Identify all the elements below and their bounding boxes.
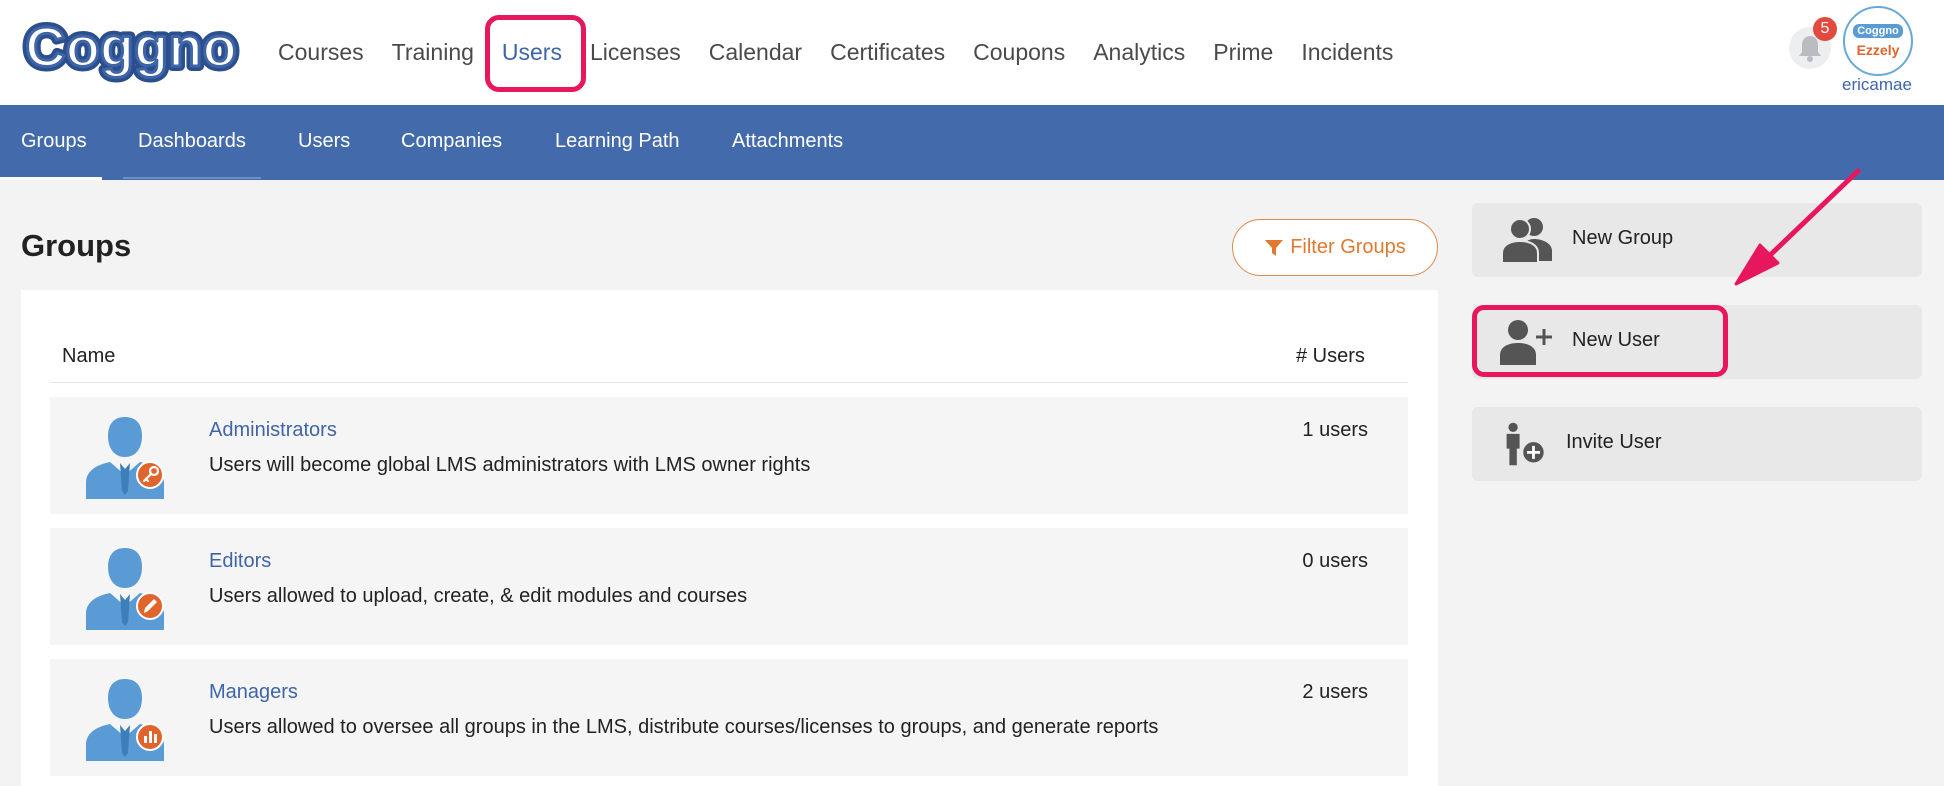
main-nav: Courses Training Users Licenses Calendar…	[264, 0, 1407, 105]
nav-analytics[interactable]: Analytics	[1079, 0, 1199, 105]
user-group-icon	[86, 679, 164, 761]
invite-user-label: Invite User	[1566, 431, 1662, 453]
subnav-dashboards[interactable]: Dashboards	[138, 105, 246, 178]
table-row: Managers Users allowed to oversee all gr…	[50, 659, 1408, 776]
subnav-learning-path[interactable]: Learning Path	[555, 105, 680, 178]
group-description: Users allowed to oversee all groups in t…	[209, 716, 1159, 738]
subnav-companies[interactable]: Companies	[401, 105, 502, 178]
page-title: Groups	[21, 228, 132, 263]
subnav-attachments[interactable]: Attachments	[732, 105, 843, 178]
new-user-highlight-box	[1472, 305, 1728, 377]
group-description: Users will become global LMS administrat…	[209, 454, 811, 476]
table-row: Administrators Users will become global …	[50, 397, 1408, 514]
avatar-brand-line: Coggno	[1853, 24, 1903, 38]
hover-tab-underline	[123, 177, 261, 179]
user-group-icon	[86, 548, 164, 630]
new-group-button[interactable]: New Group	[1472, 203, 1922, 277]
users-group-icon	[1501, 218, 1552, 263]
filter-groups-label: Filter Groups	[1290, 236, 1406, 258]
group-user-count: 0 users	[1302, 550, 1368, 572]
active-tab-underline	[0, 177, 102, 180]
column-header-name: Name	[62, 345, 116, 367]
username-label[interactable]: ericamae	[1842, 75, 1912, 95]
nav-training[interactable]: Training	[378, 0, 488, 105]
table-row: Editors Users allowed to upload, create,…	[50, 528, 1408, 645]
filter-groups-button[interactable]: Filter Groups	[1232, 219, 1438, 276]
nav-incidents[interactable]: Incidents	[1287, 0, 1407, 105]
group-link-managers[interactable]: Managers	[209, 681, 298, 704]
users-highlight-box	[485, 15, 586, 92]
top-bar: Coggno Coggno Courses Training Users Lic…	[0, 0, 1944, 105]
invite-user-icon	[1506, 422, 1546, 466]
nav-courses[interactable]: Courses	[264, 0, 378, 105]
new-group-label: New Group	[1572, 227, 1674, 249]
sub-nav: Groups Dashboards Users Companies Learni…	[0, 105, 1944, 180]
group-description: Users allowed to upload, create, & edit …	[209, 585, 748, 607]
notification-count-badge: 5	[1813, 17, 1837, 41]
avatar-company-line: Ezzely	[1856, 42, 1900, 58]
coggno-logo[interactable]: Coggno Coggno	[20, 16, 242, 84]
subnav-users[interactable]: Users	[298, 105, 350, 178]
nav-calendar[interactable]: Calendar	[695, 0, 816, 105]
group-user-count: 2 users	[1302, 681, 1368, 703]
header-divider	[50, 382, 1408, 383]
nav-prime[interactable]: Prime	[1199, 0, 1287, 105]
subnav-groups[interactable]: Groups	[21, 105, 87, 178]
filter-icon	[1265, 239, 1284, 256]
nav-coupons[interactable]: Coupons	[959, 0, 1079, 105]
nav-licenses[interactable]: Licenses	[576, 0, 695, 105]
group-user-count: 1 users	[1302, 419, 1368, 441]
svg-text:Coggno: Coggno	[25, 16, 236, 78]
invite-user-button[interactable]: Invite User	[1472, 407, 1922, 481]
column-header-users: # Users	[1296, 345, 1365, 367]
nav-certificates[interactable]: Certificates	[816, 0, 959, 105]
avatar[interactable]: Coggno Ezzely	[1843, 6, 1913, 76]
group-link-editors[interactable]: Editors	[209, 550, 271, 573]
group-link-administrators[interactable]: Administrators	[209, 419, 337, 442]
user-group-icon	[86, 417, 164, 499]
